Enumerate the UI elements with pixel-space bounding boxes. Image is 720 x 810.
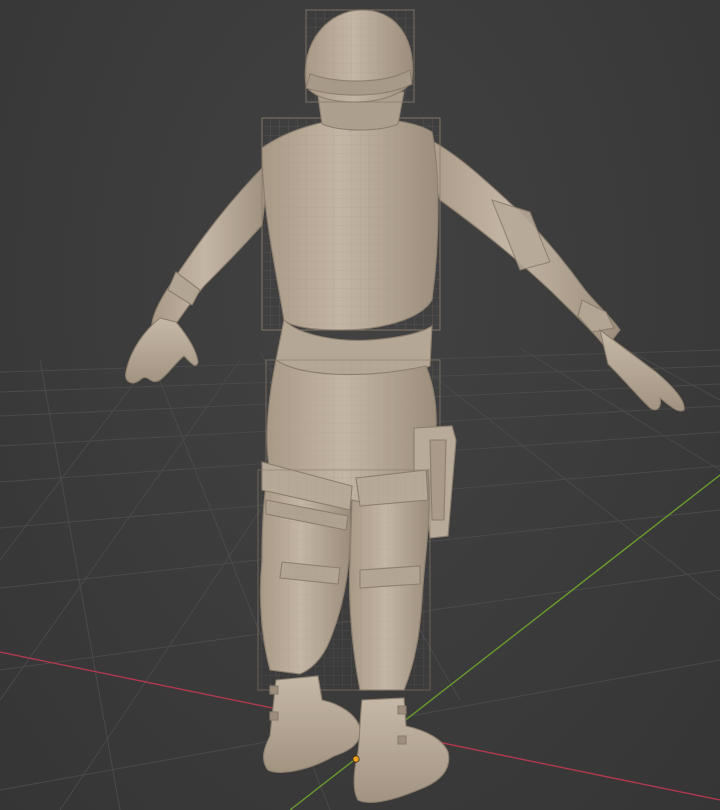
3d-viewport[interactable]: [0, 0, 720, 810]
object-origin-dot[interactable]: [352, 755, 360, 763]
viewport-scene[interactable]: [0, 0, 720, 810]
